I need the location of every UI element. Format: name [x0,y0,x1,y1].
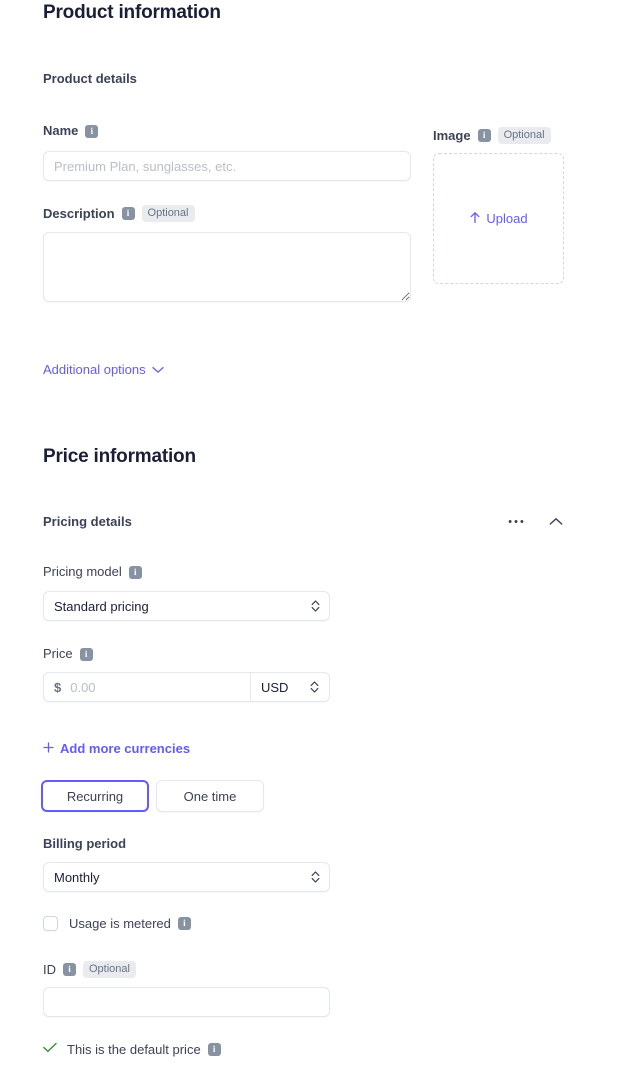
billing-period-select[interactable]: Monthly [43,862,330,892]
billing-type-toggle: Recurring One time [41,780,264,812]
currency-symbol: $ [54,679,62,695]
name-label-group: Name i [43,123,99,139]
price-label-group: Price i [43,646,93,662]
add-more-currencies-label: Add more currencies [60,741,191,756]
default-price-label: This is the default price [67,1041,201,1057]
billing-period-label-row: Billing period [43,836,126,852]
billing-type-one-time-button[interactable]: One time [156,780,264,812]
price-label-row: Price i [43,646,93,662]
price-input[interactable] [68,678,240,696]
price-label: Price [43,646,73,661]
name-field-label-row: Name i [43,123,99,139]
image-label: Image [433,127,471,143]
description-label-row: Description i Optional [43,205,195,222]
usage-metered-row[interactable]: Usage is metered i [43,916,191,931]
info-icon[interactable]: i [477,129,491,142]
pricing-details-subheading: Pricing details [43,514,132,529]
upload-label: Upload [486,211,528,226]
info-icon[interactable]: i [177,917,191,930]
additional-options-label: Additional options [43,362,146,377]
id-label: ID [43,961,56,977]
id-input-wrap [43,987,330,1017]
product-details-subheading: Product details [43,71,137,86]
image-label-row: Image i Optional [433,127,551,144]
info-icon[interactable]: i [128,565,142,579]
ellipsis-icon[interactable] [507,513,524,530]
info-icon[interactable]: i [79,647,93,661]
pricing-model-select-box[interactable]: Standard pricing [43,591,330,621]
add-more-currencies-link[interactable]: Add more currencies [43,741,190,756]
name-input-wrap [43,151,411,181]
description-label-group: Description i Optional [43,205,195,222]
description-textarea[interactable] [43,232,411,302]
billing-type-recurring-button[interactable]: Recurring [41,780,149,812]
pricing-model-select[interactable]: Standard pricing [43,591,330,621]
price-input-wrap: $ [44,673,250,701]
pricing-model-label-row: Pricing model i [43,564,142,580]
pricing-model-label-group: Pricing model i [43,564,142,580]
chevron-up-down-icon [310,680,319,694]
price-field-row: $ USD [43,672,330,702]
description-textarea-wrap [43,232,411,307]
currency-select[interactable]: USD [250,673,329,701]
id-label-row: ID i Optional [43,961,136,978]
default-price-row: This is the default price i [43,1040,221,1058]
pricing-model-label: Pricing model [43,564,122,579]
chevron-up-icon[interactable] [547,513,564,530]
pricing-model-value: Standard pricing [54,598,149,614]
chevron-down-icon [151,362,164,377]
id-label-group: ID i Optional [43,961,136,978]
check-icon [43,1040,57,1058]
info-icon[interactable]: i [207,1042,221,1056]
default-price-label-group: This is the default price i [67,1042,221,1057]
billing-period-select-box[interactable]: Monthly [43,862,330,892]
product-price-form: Product information Product details Name… [0,0,625,1080]
price-information-title: Price information [43,446,196,467]
billing-period-label-group: Billing period [43,836,126,852]
billing-period-label: Billing period [43,836,127,851]
id-input[interactable] [43,987,330,1017]
page-title: Product information [43,2,221,23]
image-label-group: Image i Optional [433,127,551,144]
arrow-up-icon [469,211,481,227]
image-upload-dropzone[interactable]: Upload [433,153,564,284]
optional-badge: Optional [141,205,195,222]
description-label: Description [43,205,115,221]
optional-badge: Optional [497,127,551,144]
info-icon[interactable]: i [85,124,99,138]
optional-badge: Optional [83,961,136,978]
info-icon[interactable]: i [63,963,76,976]
name-label: Name [43,123,79,138]
billing-period-value: Monthly [54,869,100,885]
usage-metered-label-group: Usage is metered i [69,916,191,931]
additional-options-toggle[interactable]: Additional options [43,362,164,377]
usage-metered-checkbox[interactable] [43,916,58,931]
info-icon[interactable]: i [121,207,135,220]
name-input[interactable] [43,151,411,181]
currency-value: USD [261,679,289,695]
usage-metered-label: Usage is metered [69,916,171,931]
plus-icon [43,741,54,756]
